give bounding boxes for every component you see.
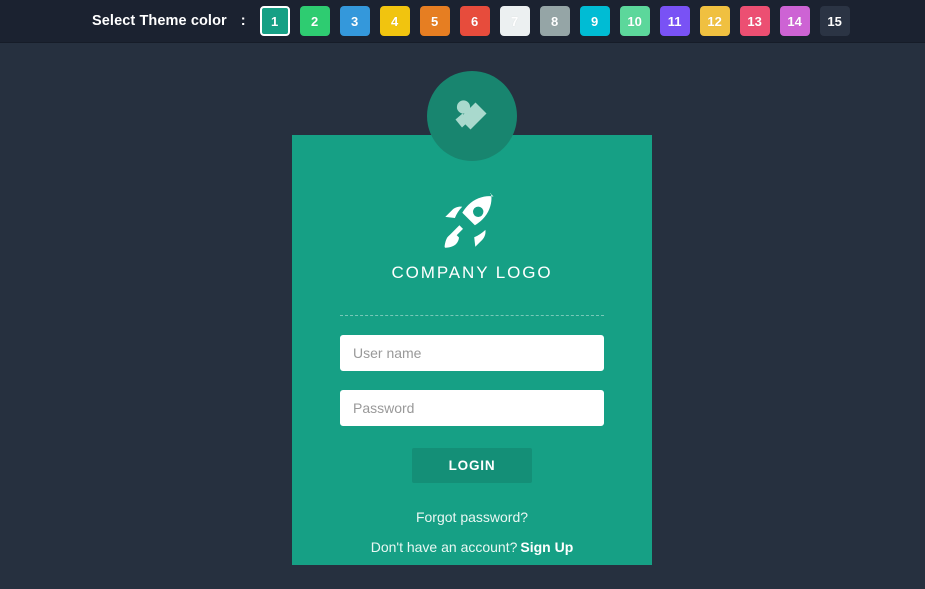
company-name: COMPANY LOGO bbox=[391, 263, 553, 282]
signup-prompt: Don't have an account? bbox=[370, 539, 518, 555]
forgot-password-link[interactable]: Forgot password? bbox=[340, 509, 604, 525]
signup-link[interactable]: Sign Up bbox=[520, 539, 573, 555]
theme-swatch-1[interactable]: 1 bbox=[259, 6, 290, 36]
theme-picker-separator: : bbox=[240, 13, 246, 29]
theme-swatch-10[interactable]: 10 bbox=[619, 6, 650, 36]
login-card: COMPANY LOGO LOGIN Forgot password? Don'… bbox=[292, 135, 652, 565]
theme-swatch-11[interactable]: 11 bbox=[659, 6, 690, 36]
username-input[interactable] bbox=[340, 335, 604, 371]
theme-swatch-13[interactable]: 13 bbox=[739, 6, 770, 36]
theme-swatch-5[interactable]: 5 bbox=[419, 6, 450, 36]
theme-swatch-8[interactable]: 8 bbox=[539, 6, 570, 36]
login-button[interactable]: LOGIN bbox=[412, 448, 532, 483]
password-input[interactable] bbox=[340, 390, 604, 426]
theme-swatch-9[interactable]: 9 bbox=[579, 6, 610, 36]
theme-swatch-2[interactable]: 2 bbox=[299, 6, 330, 36]
theme-swatch-14[interactable]: 14 bbox=[779, 6, 810, 36]
avatar bbox=[427, 71, 517, 161]
theme-picker-bar: Select Theme color : 1 2 3 4 5 6 7 8 9 10 11 12 13 14… bbox=[0, 0, 925, 43]
theme-swatch-4[interactable]: 4 bbox=[379, 6, 410, 36]
theme-picker-label: Select Theme color bbox=[92, 13, 227, 29]
broken-image-icon bbox=[450, 94, 494, 138]
theme-swatch-12[interactable]: 12 bbox=[699, 6, 730, 36]
card-divider bbox=[340, 315, 604, 316]
signup-line: Don't have an account? Sign Up bbox=[340, 539, 604, 555]
theme-swatch-6[interactable]: 6 bbox=[459, 6, 490, 36]
theme-swatch-list: 1 2 3 4 5 6 7 8 9 10 11 12 13 14 15 bbox=[259, 6, 850, 36]
rocket-icon bbox=[441, 193, 503, 249]
login-page-stage: COMPANY LOGO LOGIN Forgot password? Don'… bbox=[0, 43, 925, 589]
theme-swatch-3[interactable]: 3 bbox=[339, 6, 370, 36]
theme-swatch-7[interactable]: 7 bbox=[499, 6, 530, 36]
theme-swatch-15[interactable]: 15 bbox=[819, 6, 850, 36]
